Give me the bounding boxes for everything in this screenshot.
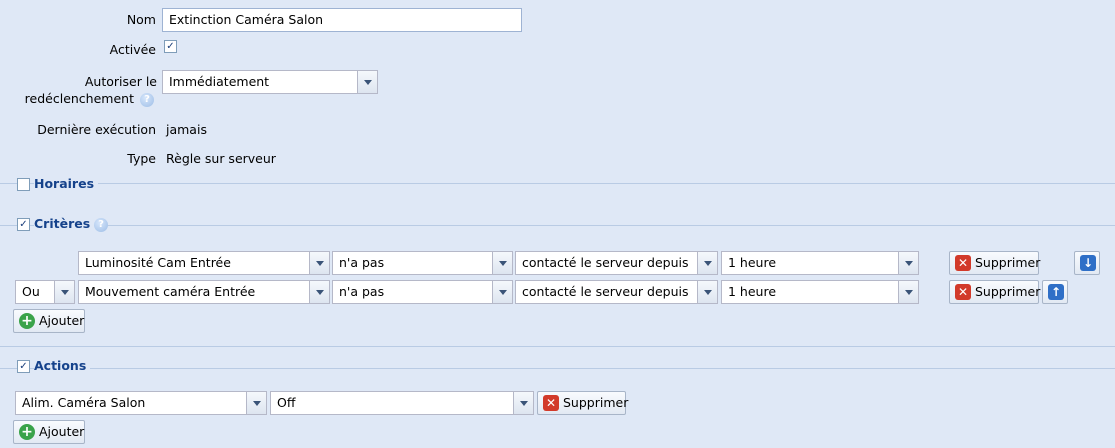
- delete-icon: ✕: [543, 395, 559, 411]
- criteria-delete-button[interactable]: ✕ Supprimer: [949, 280, 1041, 304]
- criteria-duration-select[interactable]: 1 heure: [721, 251, 919, 275]
- criteria-duration-select[interactable]: 1 heure: [721, 280, 919, 304]
- delete-icon: ✕: [955, 284, 971, 300]
- move-up-button[interactable]: ↑: [1042, 280, 1068, 304]
- criteria-device-select[interactable]: Luminosité Cam Entrée: [78, 251, 330, 275]
- add-label: Ajouter: [39, 313, 85, 328]
- retrigger-select[interactable]: Immédiatement: [162, 70, 378, 94]
- criteria-condition-value: contacté le serveur depuis: [522, 284, 689, 299]
- section-divider: [0, 225, 1115, 226]
- chevron-down-icon[interactable]: [898, 252, 918, 274]
- criteria-device-value: Mouvement caméra Entrée: [85, 284, 256, 299]
- help-icon[interactable]: ?: [140, 93, 154, 107]
- chevron-down-icon[interactable]: [898, 281, 918, 303]
- chevron-down-icon[interactable]: [697, 281, 717, 303]
- criteria-conjunction-select[interactable]: Ou: [15, 280, 75, 304]
- name-input[interactable]: Extinction Caméra Salon: [162, 8, 522, 32]
- chevron-down-icon[interactable]: [309, 281, 329, 303]
- retrigger-label-line2: redéclenchement: [24, 91, 134, 106]
- chevron-down-icon[interactable]: [513, 392, 533, 414]
- criteria-device-select[interactable]: Mouvement caméra Entrée: [78, 280, 330, 304]
- chevron-down-icon[interactable]: [492, 281, 512, 303]
- criteria-operator-value: n'a pas: [339, 284, 385, 299]
- actions-add-button[interactable]: + Ajouter: [13, 420, 85, 444]
- criteria-operator-select[interactable]: n'a pas: [332, 251, 513, 275]
- delete-label: Supprimer: [975, 255, 1041, 270]
- delete-icon: ✕: [955, 255, 971, 271]
- action-device-select[interactable]: Alim. Caméra Salon: [15, 391, 267, 415]
- criteria-operator-value: n'a pas: [339, 255, 385, 270]
- criteria-add-button[interactable]: + Ajouter: [13, 309, 85, 333]
- last-exec-value: jamais: [166, 122, 207, 137]
- action-device-value: Alim. Caméra Salon: [22, 395, 146, 410]
- criteria-condition-select[interactable]: contacté le serveur depuis: [515, 251, 718, 275]
- add-label: Ajouter: [39, 424, 85, 439]
- criteria-delete-button[interactable]: ✕ Supprimer: [949, 251, 1041, 275]
- last-exec-label: Dernière exécution: [37, 122, 156, 137]
- chevron-down-icon[interactable]: [357, 71, 377, 93]
- arrow-up-icon: ↑: [1048, 284, 1064, 300]
- chevron-down-icon[interactable]: [309, 252, 329, 274]
- criteria-device-value: Luminosité Cam Entrée: [85, 255, 231, 270]
- action-delete-button[interactable]: ✕ Supprimer: [537, 391, 629, 415]
- help-icon[interactable]: ?: [94, 218, 108, 232]
- retrigger-label-line1: Autoriser le: [84, 74, 157, 89]
- action-value-select[interactable]: Off: [270, 391, 534, 415]
- criteria-title: Critères: [34, 216, 95, 232]
- delete-label: Supprimer: [563, 395, 629, 410]
- delete-label: Supprimer: [975, 284, 1041, 299]
- criteria-condition-value: contacté le serveur depuis: [522, 255, 689, 270]
- criteria-duration-value: 1 heure: [728, 284, 777, 299]
- type-value: Règle sur serveur: [166, 151, 276, 166]
- criteria-duration-value: 1 heure: [728, 255, 777, 270]
- move-down-button[interactable]: ↓: [1074, 251, 1100, 275]
- name-label: Nom: [126, 12, 156, 27]
- section-divider: [0, 183, 1115, 184]
- chevron-down-icon[interactable]: [697, 252, 717, 274]
- chevron-down-icon[interactable]: [54, 281, 74, 303]
- schedules-title: Horaires: [34, 176, 99, 192]
- enabled-label: Activée: [109, 42, 156, 57]
- schedules-checkbox[interactable]: [17, 178, 30, 191]
- chevron-down-icon[interactable]: [492, 252, 512, 274]
- criteria-operator-select[interactable]: n'a pas: [332, 280, 513, 304]
- criteria-conjunction-value: Ou: [22, 284, 40, 299]
- enabled-checkbox[interactable]: ✓: [164, 40, 177, 53]
- action-value-value: Off: [277, 395, 296, 410]
- add-icon: +: [19, 313, 35, 329]
- type-label: Type: [127, 151, 156, 166]
- criteria-condition-select[interactable]: contacté le serveur depuis: [515, 280, 718, 304]
- actions-checkbox[interactable]: ✓: [17, 360, 30, 373]
- criteria-checkbox[interactable]: ✓: [17, 218, 30, 231]
- actions-title: Actions: [34, 358, 91, 374]
- chevron-down-icon[interactable]: [246, 392, 266, 414]
- section-divider: [0, 368, 1115, 369]
- retrigger-select-value: Immédiatement: [169, 74, 270, 89]
- section-divider: [0, 346, 1115, 347]
- add-icon: +: [19, 424, 35, 440]
- arrow-down-icon: ↓: [1080, 255, 1096, 271]
